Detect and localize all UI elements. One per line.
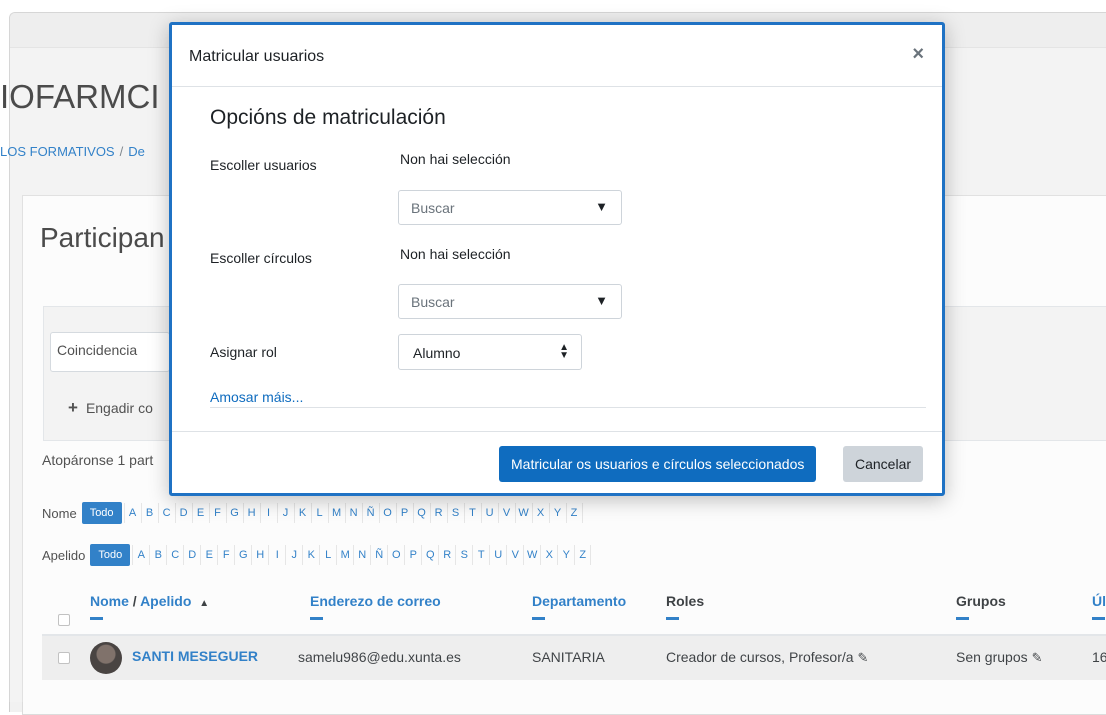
modal-title: Matricular usuarios (189, 48, 325, 65)
assign-role-select[interactable]: Alumno ▲ ▼ (398, 334, 582, 370)
close-icon[interactable]: × (912, 43, 924, 66)
modal-footer: Matricular os usuarios e círculos selecc… (172, 431, 942, 493)
select-users-label: Escoller usuarios (210, 157, 317, 173)
modal-header: Matricular usuarios × (172, 25, 942, 87)
assign-role-label: Asignar rol (210, 344, 277, 360)
select-cohorts-label: Escoller círculos (210, 250, 312, 266)
cancel-button[interactable]: Cancelar (843, 446, 924, 482)
enrol-users-dialog: Matricular usuarios × Opcións de matricu… (169, 22, 945, 496)
caret-down-icon: ▼ (595, 293, 608, 308)
select-cohorts-selection: Non hai selección (400, 246, 511, 262)
caret-down-icon: ▼ (595, 199, 608, 214)
select-cohorts-search[interactable]: Buscar ▼ (398, 284, 622, 319)
updown-icon: ▲ ▼ (559, 342, 569, 361)
select-users-search[interactable]: Buscar ▼ (398, 190, 622, 225)
divider (210, 407, 926, 408)
modal-body: Opcións de matriculación Escoller usuari… (172, 87, 942, 431)
assign-role-value: Alumno (413, 345, 461, 361)
enrol-selected-button[interactable]: Matricular os usuarios e círculos selecc… (499, 446, 817, 482)
select-users-placeholder: Buscar (411, 200, 455, 216)
select-cohorts-placeholder: Buscar (411, 294, 455, 310)
select-users-selection: Non hai selección (400, 151, 511, 167)
show-more-link[interactable]: Amosar máis... (210, 389, 303, 405)
enrolment-options-heading: Opcións de matriculación (210, 106, 446, 129)
